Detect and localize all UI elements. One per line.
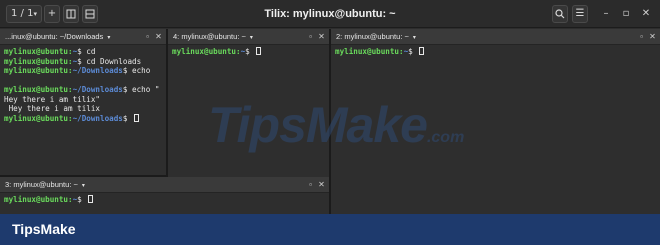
menu-button[interactable]: ☰: [572, 5, 588, 23]
output-text: Hey there i am tilix: [4, 104, 101, 113]
maximize-button[interactable]: ▫: [618, 6, 634, 22]
menu-icon: ☰: [575, 8, 585, 19]
prompt-user: mylinux@ubuntu:: [4, 113, 73, 123]
command-text: $: [122, 113, 133, 123]
terminal-line: mylinux@ubuntu:~$: [335, 47, 658, 57]
terminal-title: ...inux@ubuntu: ~/Downloads: [5, 32, 104, 41]
terminal-line: [4, 76, 164, 86]
minimize-button[interactable]: –: [598, 6, 614, 22]
prompt-user: mylinux@ubuntu:: [4, 56, 73, 66]
close-icon: ✕: [641, 8, 651, 19]
prompt-path: ~/Downloads: [72, 85, 123, 94]
terminal-title: 3: mylinux@ubuntu: ~: [5, 180, 78, 189]
command-text: $: [408, 47, 418, 56]
chevron-down-icon: ▾: [249, 35, 253, 41]
chevron-down-icon: ▾: [107, 35, 111, 41]
chevron-down-icon: ▾: [81, 183, 85, 189]
prompt-user: mylinux@ubuntu:: [172, 47, 241, 56]
command-text: $ cd Downloads: [77, 56, 142, 66]
terminal-cursor: [134, 113, 140, 122]
maximize-icon: ▫: [622, 8, 630, 19]
search-button[interactable]: [552, 5, 568, 23]
terminal-line: Hey there i am tilix: [4, 104, 164, 114]
terminal-title-bar[interactable]: 2: mylinux@ubuntu: ~ ▾ ▫ ✕: [331, 29, 660, 45]
close-button[interactable]: ✕: [638, 6, 654, 22]
prompt-path: ~/Downloads: [72, 113, 123, 123]
terminal-output[interactable]: mylinux@ubuntu:~$: [4, 195, 327, 205]
command-text: $ echo: [122, 66, 151, 75]
close-terminal-icon[interactable]: ✕: [317, 180, 326, 189]
prompt-user: mylinux@ubuntu:: [335, 47, 404, 56]
prompt-user: mylinux@ubuntu:: [4, 85, 73, 94]
command-text: $ echo ": [122, 85, 160, 94]
close-terminal-icon[interactable]: ✕: [648, 32, 657, 41]
terminal-line: mylinux@ubuntu:~/Downloads$: [4, 113, 164, 124]
command-text: $: [77, 195, 87, 204]
terminal-line: mylinux@ubuntu:~$: [4, 195, 327, 205]
terminal-line: mylinux@ubuntu:~$ cd Downloads: [4, 57, 164, 67]
brand-bar: TipsMake: [0, 214, 660, 245]
search-icon: [555, 9, 565, 19]
maximize-terminal-icon[interactable]: ▫: [143, 32, 152, 41]
header-bar: 1 / 1 ▾ + Tilix: mylinux@ubuntu: ~ ☰ – ▫…: [0, 0, 660, 28]
maximize-terminal-icon[interactable]: ▫: [637, 32, 646, 41]
chevron-down-icon: ▾: [412, 35, 416, 41]
brand-logo: TipsMake: [12, 221, 76, 237]
terminal-pane-3[interactable]: 3: mylinux@ubuntu: ~ ▾ ▫ ✕ mylinux@ubuntu…: [0, 177, 329, 214]
terminal-line: mylinux@ubuntu:~$ cd: [4, 47, 164, 57]
terminal-title-bar[interactable]: 3: mylinux@ubuntu: ~ ▾ ▫ ✕: [0, 177, 329, 193]
terminal-title: 4: mylinux@ubuntu: ~: [173, 32, 246, 41]
prompt-user: mylinux@ubuntu:: [4, 66, 73, 75]
prompt-user: mylinux@ubuntu:: [4, 195, 73, 204]
close-terminal-icon[interactable]: ✕: [317, 32, 326, 41]
terminal-cursor: [256, 47, 262, 55]
command-text: $ cd: [77, 47, 96, 56]
prompt-path: ~/Downloads: [72, 66, 123, 75]
terminal-pane-1[interactable]: ...inux@ubuntu: ~/Downloads ▾ ▫ ✕ mylinux…: [0, 29, 166, 175]
prompt-user: mylinux@ubuntu:: [4, 47, 73, 56]
maximize-terminal-icon[interactable]: ▫: [306, 180, 315, 189]
terminal-output[interactable]: mylinux@ubuntu:~$: [335, 47, 658, 57]
terminal-cursor: [419, 47, 425, 55]
terminal-cursor: [88, 195, 94, 203]
terminal-line: mylinux@ubuntu:~/Downloads$ echo ": [4, 85, 164, 95]
terminal-line: mylinux@ubuntu:~$: [172, 47, 327, 57]
command-text: $: [245, 47, 255, 56]
watermark-text: TipsMake: [208, 97, 428, 153]
terminal-output[interactable]: mylinux@ubuntu:~$: [172, 47, 327, 57]
minimize-icon: –: [603, 8, 609, 19]
output-text: Hey there i am tilix": [4, 94, 101, 104]
close-terminal-icon[interactable]: ✕: [154, 32, 163, 41]
terminal-output[interactable]: mylinux@ubuntu:~$ cd mylinux@ubuntu:~$ cd…: [4, 47, 164, 123]
terminal-title-bar[interactable]: ...inux@ubuntu: ~/Downloads ▾ ▫ ✕: [0, 29, 166, 45]
terminal-title: 2: mylinux@ubuntu: ~: [336, 32, 409, 41]
watermark-logo: TipsMake.com: [208, 96, 468, 156]
terminal-line: Hey there i am tilix": [4, 95, 164, 105]
maximize-terminal-icon[interactable]: ▫: [306, 32, 315, 41]
terminal-line: mylinux@ubuntu:~/Downloads$ echo: [4, 66, 164, 76]
terminal-title-bar[interactable]: 4: mylinux@ubuntu: ~ ▾ ▫ ✕: [168, 29, 329, 45]
watermark-suffix: .com: [426, 129, 465, 146]
